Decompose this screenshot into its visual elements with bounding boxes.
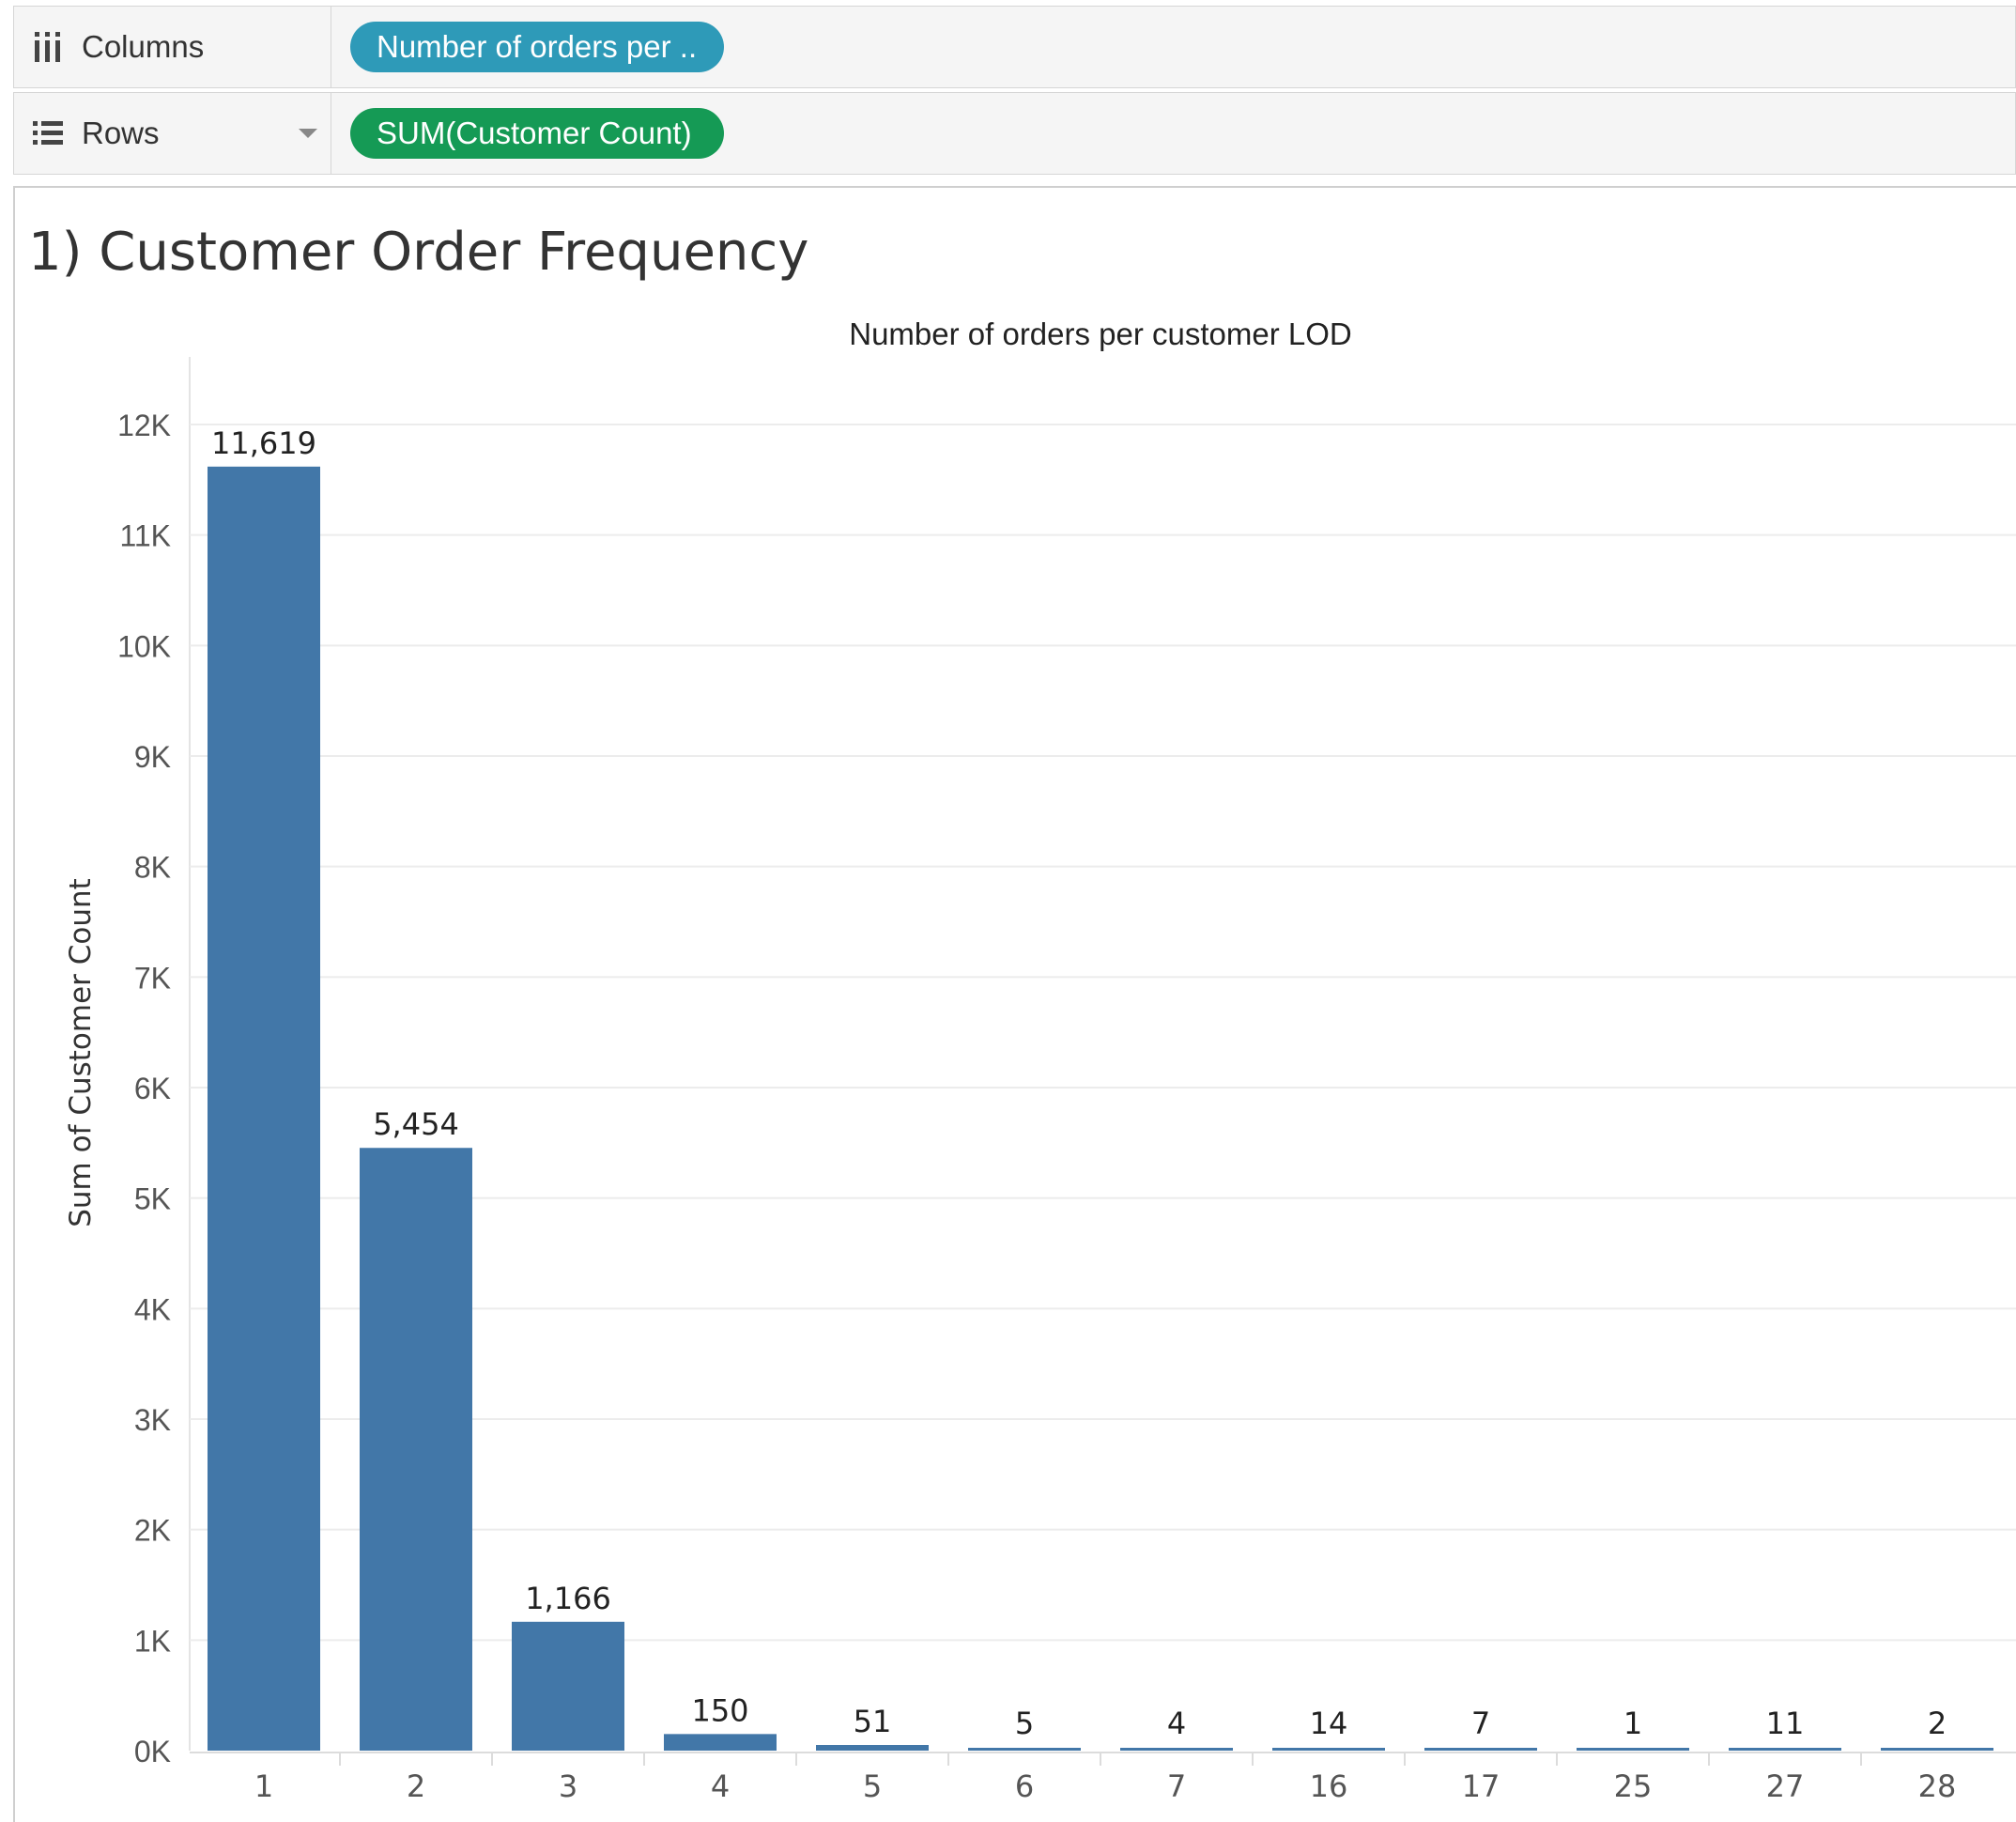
bar — [816, 1744, 929, 1751]
y-tick-label: 10K — [117, 629, 171, 663]
data-label: 51 — [854, 1704, 892, 1739]
data-label: 1 — [1624, 1706, 1642, 1741]
y-tick-label: 4K — [134, 1292, 171, 1326]
y-tick-label: 6K — [134, 1072, 171, 1105]
bar — [360, 1148, 472, 1751]
bar — [1272, 1748, 1385, 1751]
data-label: 150 — [691, 1692, 748, 1728]
data-label: 2 — [1928, 1706, 1947, 1741]
data-label: 1,166 — [525, 1581, 611, 1616]
bar — [1729, 1748, 1841, 1751]
data-label: 14 — [1310, 1706, 1348, 1741]
data-label: 7 — [1471, 1706, 1490, 1741]
x-tick-label: 28 — [1918, 1768, 1957, 1804]
x-tick-label: 6 — [1015, 1768, 1034, 1804]
bar — [1577, 1748, 1689, 1751]
bar — [208, 466, 320, 1751]
y-tick-label: 11K — [119, 519, 171, 553]
y-tick-label: 1K — [134, 1624, 171, 1658]
x-tick-label: 16 — [1310, 1768, 1348, 1804]
data-label: 11 — [1766, 1706, 1805, 1741]
chart-title: Number of orders per customer LOD — [849, 317, 1352, 351]
y-tick-label: 0K — [134, 1735, 171, 1768]
bar — [968, 1748, 1081, 1751]
x-tick-label: 2 — [407, 1768, 425, 1804]
x-tick-label: 27 — [1766, 1768, 1805, 1804]
data-label: 4 — [1167, 1706, 1186, 1741]
bar-chart: Number of orders per customer LOD 0K 1K 2K 3… — [64, 317, 2016, 1804]
y-tick-label: 9K — [134, 740, 171, 774]
bar — [1120, 1748, 1233, 1751]
x-tick-label: 25 — [1614, 1768, 1653, 1804]
x-tick-label: 3 — [559, 1768, 577, 1804]
y-tick-label: 8K — [134, 851, 171, 885]
x-tick-label: 4 — [711, 1768, 730, 1804]
x-tick-label: 17 — [1462, 1768, 1500, 1804]
bar — [512, 1621, 624, 1751]
y-tick-label: 7K — [134, 961, 171, 995]
bar — [664, 1734, 777, 1751]
data-label: 5,454 — [373, 1106, 459, 1142]
y-axis-label: Sum of Customer Count — [64, 878, 98, 1228]
y-tick-label: 2K — [134, 1514, 171, 1548]
y-tick-label: 5K — [134, 1182, 171, 1216]
data-label: 5 — [1015, 1706, 1034, 1741]
bar — [1424, 1748, 1537, 1751]
x-tick-label: 7 — [1167, 1768, 1186, 1804]
bar — [1881, 1748, 1993, 1751]
y-tick-label: 12K — [117, 409, 171, 442]
x-tick-label: 5 — [863, 1768, 882, 1804]
data-label: 11,619 — [211, 425, 316, 461]
x-tick-label: 1 — [254, 1768, 273, 1804]
y-tick-label: 3K — [134, 1403, 171, 1437]
